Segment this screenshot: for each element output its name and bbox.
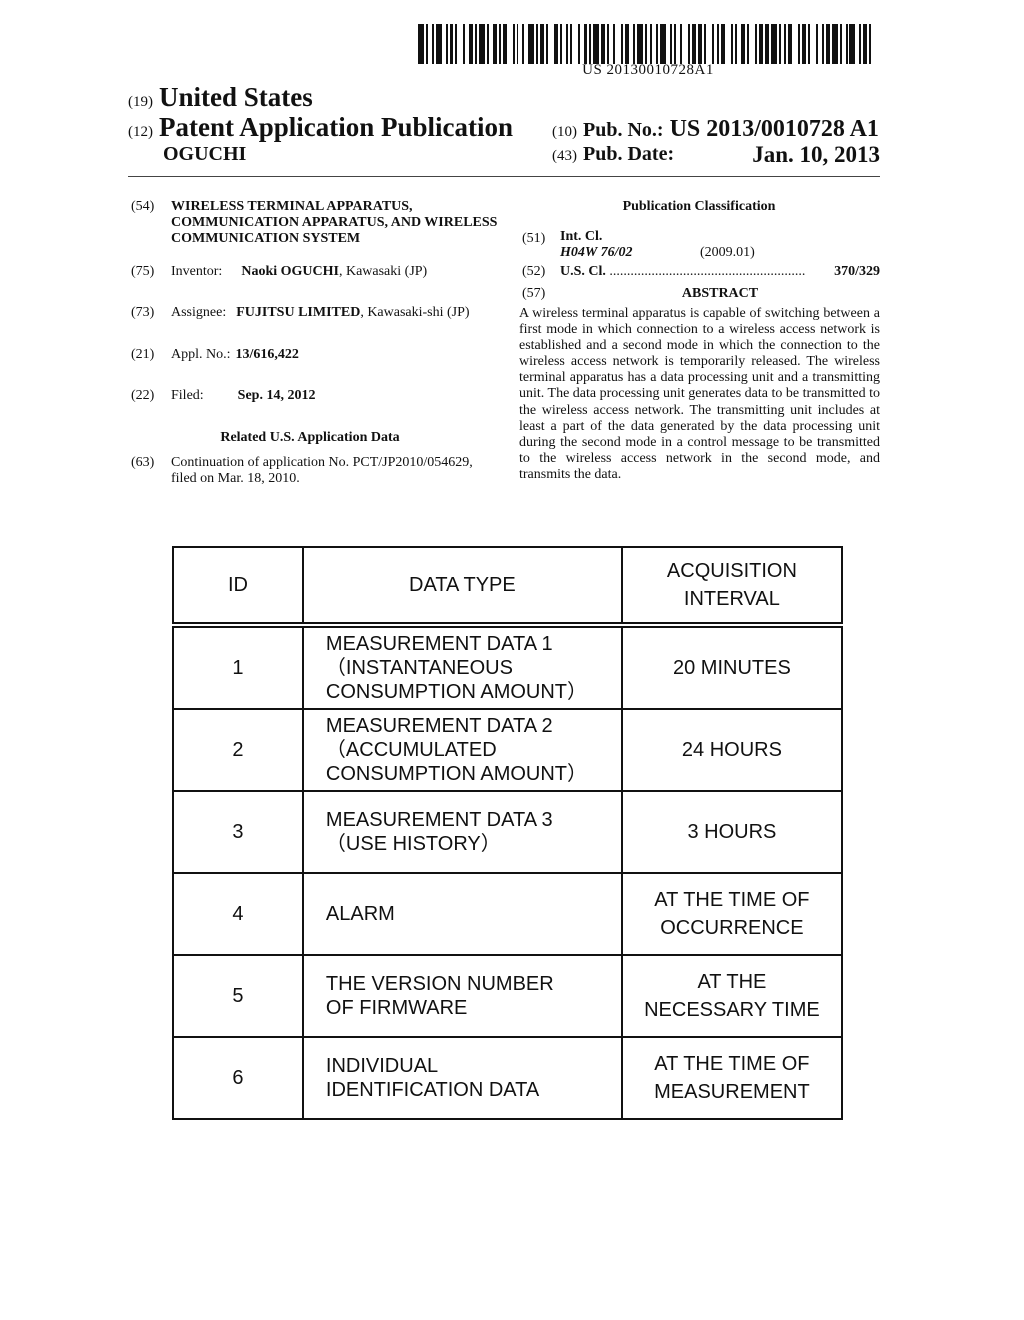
assignee-name: FUJITSU LIMITED bbox=[236, 305, 361, 320]
inventor-name: Naoki OGUCHI bbox=[241, 264, 339, 279]
int-cl-label: Int. Cl. bbox=[560, 229, 603, 244]
cell-data-type: MEASUREMENT DATA 1 （INSTANTANEOUS CONSUM… bbox=[301, 624, 623, 710]
barcode-bar bbox=[871, 24, 878, 64]
pub-date-label: Pub. Date: bbox=[583, 143, 675, 165]
inventor-surname-heading: OGUCHI bbox=[163, 143, 247, 165]
filed-date-field: Filed: Sep. 14, 2012 bbox=[171, 388, 315, 404]
related-application-text: Continuation of application No. PCT/JP20… bbox=[171, 455, 473, 486]
cell-data-type: THE VERSION NUMBER OF FIRMWARE bbox=[301, 954, 623, 1038]
inventor-location: , Kawasaki (JP) bbox=[338, 264, 428, 279]
appl-value: 13/616,422 bbox=[235, 347, 299, 362]
barcode-number: US 20130010728A1 bbox=[582, 62, 714, 78]
inid-code: (63) bbox=[131, 455, 155, 470]
country-name: United States bbox=[159, 82, 313, 112]
pub-no-label: Pub. No.: bbox=[583, 119, 664, 141]
cell-id: 5 bbox=[172, 954, 304, 1038]
assignee-label: Assignee: bbox=[171, 305, 227, 320]
assignee-location: , Kawasaki-shi (JP) bbox=[360, 305, 470, 320]
cell-data-type: ALARM bbox=[301, 872, 623, 956]
cell-acquisition-interval: AT THE NECESSARY TIME bbox=[620, 954, 844, 1038]
us-cl-value: 370/329 bbox=[820, 264, 880, 280]
inid-code: (43) bbox=[552, 148, 577, 164]
table-row: 3 MEASUREMENT DATA 3 （USE HISTORY） 3 HOURS bbox=[172, 790, 844, 874]
table-row: 1 MEASUREMENT DATA 1 （INSTANTANEOUS CONSU… bbox=[172, 624, 844, 710]
appl-label: Appl. No.: bbox=[171, 347, 231, 362]
inid-code: (73) bbox=[131, 305, 155, 320]
inid-code: (54) bbox=[131, 199, 155, 214]
cell-acquisition-interval: AT THE TIME OF MEASUREMENT bbox=[620, 1036, 844, 1120]
inid-code: (21) bbox=[131, 347, 155, 362]
pub-date-value: Jan. 10, 2013 bbox=[752, 142, 880, 167]
us-cl-label: U.S. Cl. bbox=[560, 264, 606, 279]
inid-code: (10) bbox=[552, 124, 577, 140]
abstract-heading: ABSTRACT bbox=[681, 286, 759, 301]
int-cl-version: (2009.01) bbox=[700, 245, 755, 260]
inid-code: (12) bbox=[128, 124, 153, 140]
cell-id: 2 bbox=[172, 708, 304, 792]
cell-acquisition-interval: 24 HOURS bbox=[620, 708, 844, 792]
assignee-field: Assignee: FUJITSU LIMITED, Kawasaki-shi (… bbox=[171, 305, 470, 321]
cell-id: 6 bbox=[172, 1036, 304, 1120]
application-number-field: Appl. No.: 13/616,422 bbox=[171, 347, 299, 363]
filed-value: Sep. 14, 2012 bbox=[237, 388, 316, 403]
abstract-text: A wireless terminal apparatus is capable… bbox=[519, 306, 880, 482]
cell-data-type: MEASUREMENT DATA 2 （ACCUMULATED CONSUMPT… bbox=[301, 708, 623, 792]
cell-data-type: MEASUREMENT DATA 3 （USE HISTORY） bbox=[301, 790, 623, 874]
pub-no-value: US 2013/0010728 A1 bbox=[669, 116, 879, 142]
classification-heading: Publication Classification bbox=[622, 199, 776, 214]
cell-acquisition-interval: 20 MINUTES bbox=[620, 624, 844, 710]
table-row: 4 ALARM AT THE TIME OF OCCURRENCE bbox=[172, 872, 844, 956]
country-heading: (19) United States bbox=[128, 82, 313, 113]
inid-code: (57) bbox=[522, 286, 546, 301]
cell-acquisition-interval: 3 HOURS bbox=[620, 790, 844, 874]
header-acquisition-interval: ACQUISITION INTERVAL bbox=[620, 546, 844, 628]
inventor-label: Inventor: bbox=[171, 264, 223, 279]
related-data-heading: Related U.S. Application Data bbox=[220, 430, 400, 445]
publication-number: (10) Pub. No.: US 2013/0010728 A1 bbox=[552, 116, 879, 143]
int-cl-value: H04W 76/02 bbox=[560, 245, 633, 260]
cell-id: 1 bbox=[172, 624, 304, 710]
table-row: 2 MEASUREMENT DATA 2 （ACCUMULATED CONSUMP… bbox=[172, 708, 844, 792]
cell-acquisition-interval: AT THE TIME OF OCCURRENCE bbox=[620, 872, 844, 956]
data-acquisition-table: ID DATA TYPE ACQUISITION INTERVAL 1 MEASU… bbox=[172, 546, 844, 1120]
header-data-type: DATA TYPE bbox=[301, 546, 623, 628]
header-id: ID bbox=[172, 546, 304, 628]
barcode bbox=[418, 24, 878, 64]
invention-title: WIRELESS TERMINAL APPARATUS, COMMUNICATI… bbox=[171, 199, 498, 246]
inid-code: (19) bbox=[128, 94, 153, 110]
table-row: 6 INDIVIDUAL IDENTIFICATION DATA AT THE TI… bbox=[172, 1036, 844, 1120]
inid-code: (22) bbox=[131, 388, 155, 403]
filed-label: Filed: bbox=[171, 388, 204, 403]
table-header-row: ID DATA TYPE ACQUISITION INTERVAL bbox=[172, 546, 844, 628]
publication-date: (43) Pub. Date: Jan. 10, 2013 bbox=[552, 142, 880, 167]
publication-type: Patent Application Publication bbox=[159, 112, 514, 142]
us-cl-dots: ........................................… bbox=[609, 264, 806, 279]
inventor-field: Inventor: Naoki OGUCHI, Kawasaki (JP) bbox=[171, 264, 427, 280]
cell-id: 3 bbox=[172, 790, 304, 874]
inid-code: (52) bbox=[522, 264, 546, 279]
cell-id: 4 bbox=[172, 872, 304, 956]
inid-code: (75) bbox=[131, 264, 155, 279]
cell-data-type: INDIVIDUAL IDENTIFICATION DATA bbox=[301, 1036, 623, 1120]
header-divider bbox=[128, 176, 880, 177]
inid-code: (51) bbox=[522, 231, 546, 246]
publication-type-heading: (12) Patent Application Publication bbox=[128, 112, 513, 143]
table-row: 5 THE VERSION NUMBER OF FIRMWARE AT THE NE… bbox=[172, 954, 844, 1038]
